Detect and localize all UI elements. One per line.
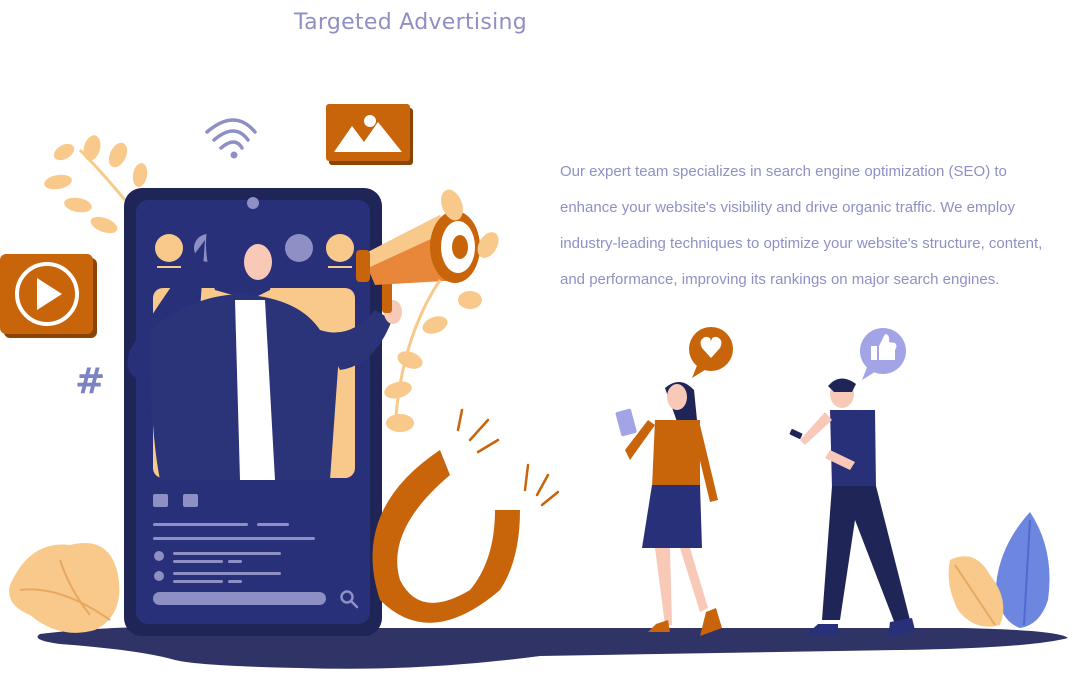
image-icon: [326, 104, 413, 165]
comment-input-bar: [153, 592, 326, 605]
man-with-phone: [789, 378, 915, 638]
heart-icon: [153, 494, 168, 507]
woman-with-phone: [615, 381, 722, 636]
plant-right: [948, 512, 1050, 628]
magnet-icon: [372, 408, 560, 623]
thumbs-up-bubble: [860, 328, 906, 380]
hashtag-symbol: #: [75, 361, 105, 402]
wifi-icon: [205, 118, 257, 159]
play-icon: [0, 254, 97, 338]
heart-bubble: [689, 327, 733, 378]
like-icon: [183, 494, 198, 507]
plant-bottom-left: [9, 543, 120, 633]
marketing-illustration: #: [0, 104, 1068, 669]
